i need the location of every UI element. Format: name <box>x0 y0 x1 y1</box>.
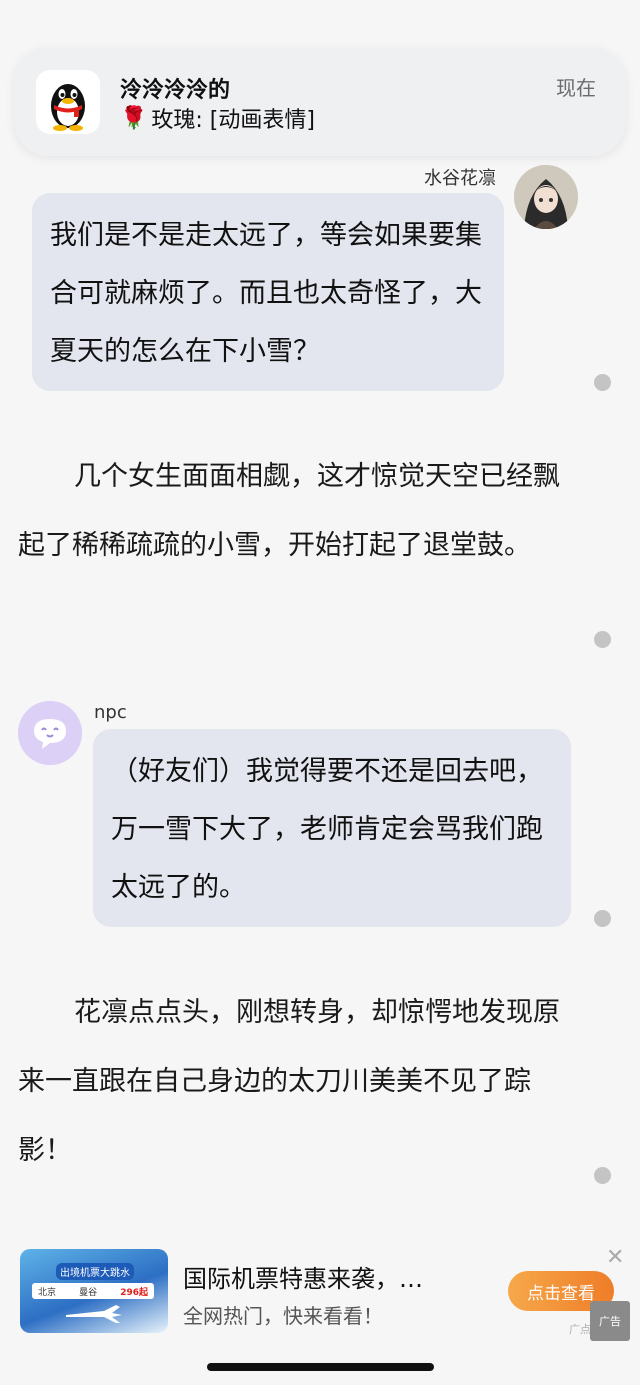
notification-time: 现在 <box>556 76 596 100</box>
ad-thumbnail[interactable]: 出境机票大跳水 北京 曼谷 296起 <box>20 1249 168 1333</box>
comment-dot-icon[interactable] <box>594 910 611 927</box>
ad-banner[interactable]: 出境机票大跳水 北京 曼谷 296起 国际机票特惠来袭，… 全网热门，快来看看！… <box>0 1235 640 1345</box>
ad-logo: 广告 <box>590 1301 630 1341</box>
message-bubble[interactable]: （好友们）我觉得要不还是回去吧，万一雪下大了，老师肯定会骂我们跑太远了的。 <box>93 729 571 927</box>
comment-dot-icon[interactable] <box>594 1167 611 1184</box>
ad-thumb-price: 296起 <box>120 1287 148 1298</box>
ad-thumb-banner: 出境机票大跳水 <box>56 1263 134 1280</box>
ad-thumb-route-to: 曼谷 <box>79 1287 98 1298</box>
airplane-icon <box>66 1305 122 1323</box>
speaker-name: npc <box>94 702 127 723</box>
narration-paragraph: 几个女生面面相觑，这才惊觉天空已经飘起了稀稀疏疏的小雪，开始打起了退堂鼓。 <box>18 461 560 561</box>
ad-thumb-route-from: 北京 <box>38 1287 57 1298</box>
speaker-name: 水谷花凛 <box>424 168 496 189</box>
message-bubble[interactable]: 我们是不是走太远了，等会如果要集合可就麻烦了。而且也太奇怪了，大夏天的怎么在下小… <box>32 193 504 391</box>
notification-message-row: 🌹 玫瑰: [动画表情] <box>120 102 315 134</box>
close-icon[interactable]: ✕ <box>606 1245 624 1270</box>
ad-label: 广点 <box>569 1323 591 1336</box>
qq-penguin-icon <box>36 70 100 134</box>
comment-dot-icon[interactable] <box>594 631 611 648</box>
ad-thumb-route: 北京 曼谷 296起 <box>32 1283 154 1299</box>
comment-dot-icon[interactable] <box>594 374 611 391</box>
ad-subtitle: 全网热门，快来看看！ <box>183 1304 383 1328</box>
home-indicator[interactable] <box>207 1363 434 1371</box>
chat-bubble-avatar[interactable] <box>18 701 82 765</box>
anime-girl-avatar[interactable] <box>514 165 578 229</box>
ad-title[interactable]: 国际机票特惠来袭，… <box>183 1259 423 1294</box>
rose-icon: 🌹 <box>120 105 148 131</box>
notification-message: 玫瑰: [动画表情] <box>151 108 315 133</box>
notification-sender: 泠泠泠泠的 <box>120 78 231 103</box>
notification-banner[interactable]: 泠泠泠泠的 🌹 玫瑰: [动画表情] 现在 <box>14 48 626 156</box>
narration-paragraph: 花凛点点头，刚想转身，却惊愕地发现原来一直跟在自己身边的太刀川美美不见了踪影！ <box>18 997 560 1166</box>
